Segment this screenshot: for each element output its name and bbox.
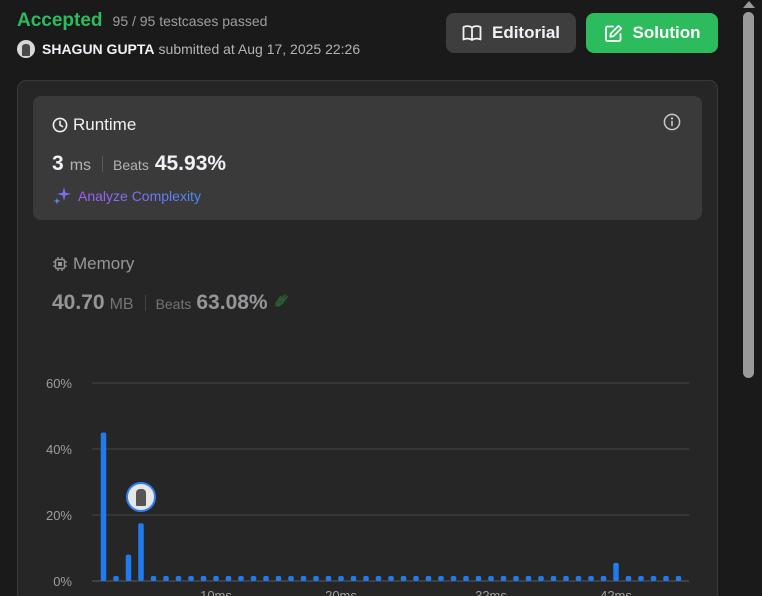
- runtime-title: Runtime: [73, 115, 137, 134]
- divider: [102, 156, 104, 172]
- solution-button[interactable]: Solution: [586, 13, 718, 53]
- scrollbar-thumb[interactable]: [743, 12, 754, 378]
- submitter-info: SHAGUN GUPTA submitted at Aug 17, 2025 2…: [17, 40, 360, 58]
- analyze-complexity-button[interactable]: Analyze Complexity: [53, 186, 201, 205]
- solution-label: Solution: [632, 23, 701, 42]
- sparkle-icon: [53, 187, 71, 205]
- submitter-name[interactable]: SHAGUN GUPTA: [42, 41, 155, 57]
- edit-icon: [604, 24, 622, 42]
- runtime-beats-value: 45.93%: [154, 152, 227, 175]
- submission-status: Accepted 95 / 95 testcases passed: [17, 10, 267, 32]
- clock-icon: [52, 117, 68, 133]
- scroll-up-arrow-icon[interactable]: [743, 1, 755, 8]
- memory-unit: MB: [109, 296, 134, 313]
- runtime-header: Runtime: [52, 115, 136, 135]
- book-icon: [462, 25, 482, 41]
- runtime-card[interactable]: Runtime 3 ms Beats 45.93% Analyze Comple…: [33, 96, 702, 220]
- runtime-metric: 3 ms Beats 45.93%: [52, 152, 226, 176]
- divider: [144, 295, 146, 311]
- editorial-label: Editorial: [491, 23, 560, 42]
- status-title: Accepted: [17, 10, 103, 31]
- beats-label: Beats: [155, 296, 192, 312]
- clapping-hands-icon: [273, 293, 291, 314]
- editorial-button[interactable]: Editorial: [446, 13, 576, 53]
- memory-title: Memory: [73, 254, 135, 273]
- memory-beats-value: 63.08%: [196, 291, 268, 314]
- analyze-complexity-label: Analyze Complexity: [78, 187, 201, 204]
- memory-card[interactable]: Memory 40.70 MB Beats 63.08%: [52, 254, 291, 315]
- info-icon[interactable]: [663, 113, 681, 136]
- memory-metric: 40.70 MB Beats 63.08%: [52, 291, 291, 315]
- avatar[interactable]: [17, 40, 35, 58]
- chip-icon: [53, 257, 67, 271]
- memory-header: Memory: [52, 254, 291, 274]
- submitted-time: submitted at Aug 17, 2025 22:26: [158, 41, 361, 57]
- testcases-summary: 95 / 95 testcases passed: [112, 13, 268, 29]
- runtime-unit: ms: [69, 157, 92, 174]
- beats-label: Beats: [113, 157, 149, 173]
- memory-value: 40.70: [52, 291, 105, 314]
- user-position-avatar[interactable]: [126, 482, 156, 512]
- runtime-value: 3: [52, 152, 64, 175]
